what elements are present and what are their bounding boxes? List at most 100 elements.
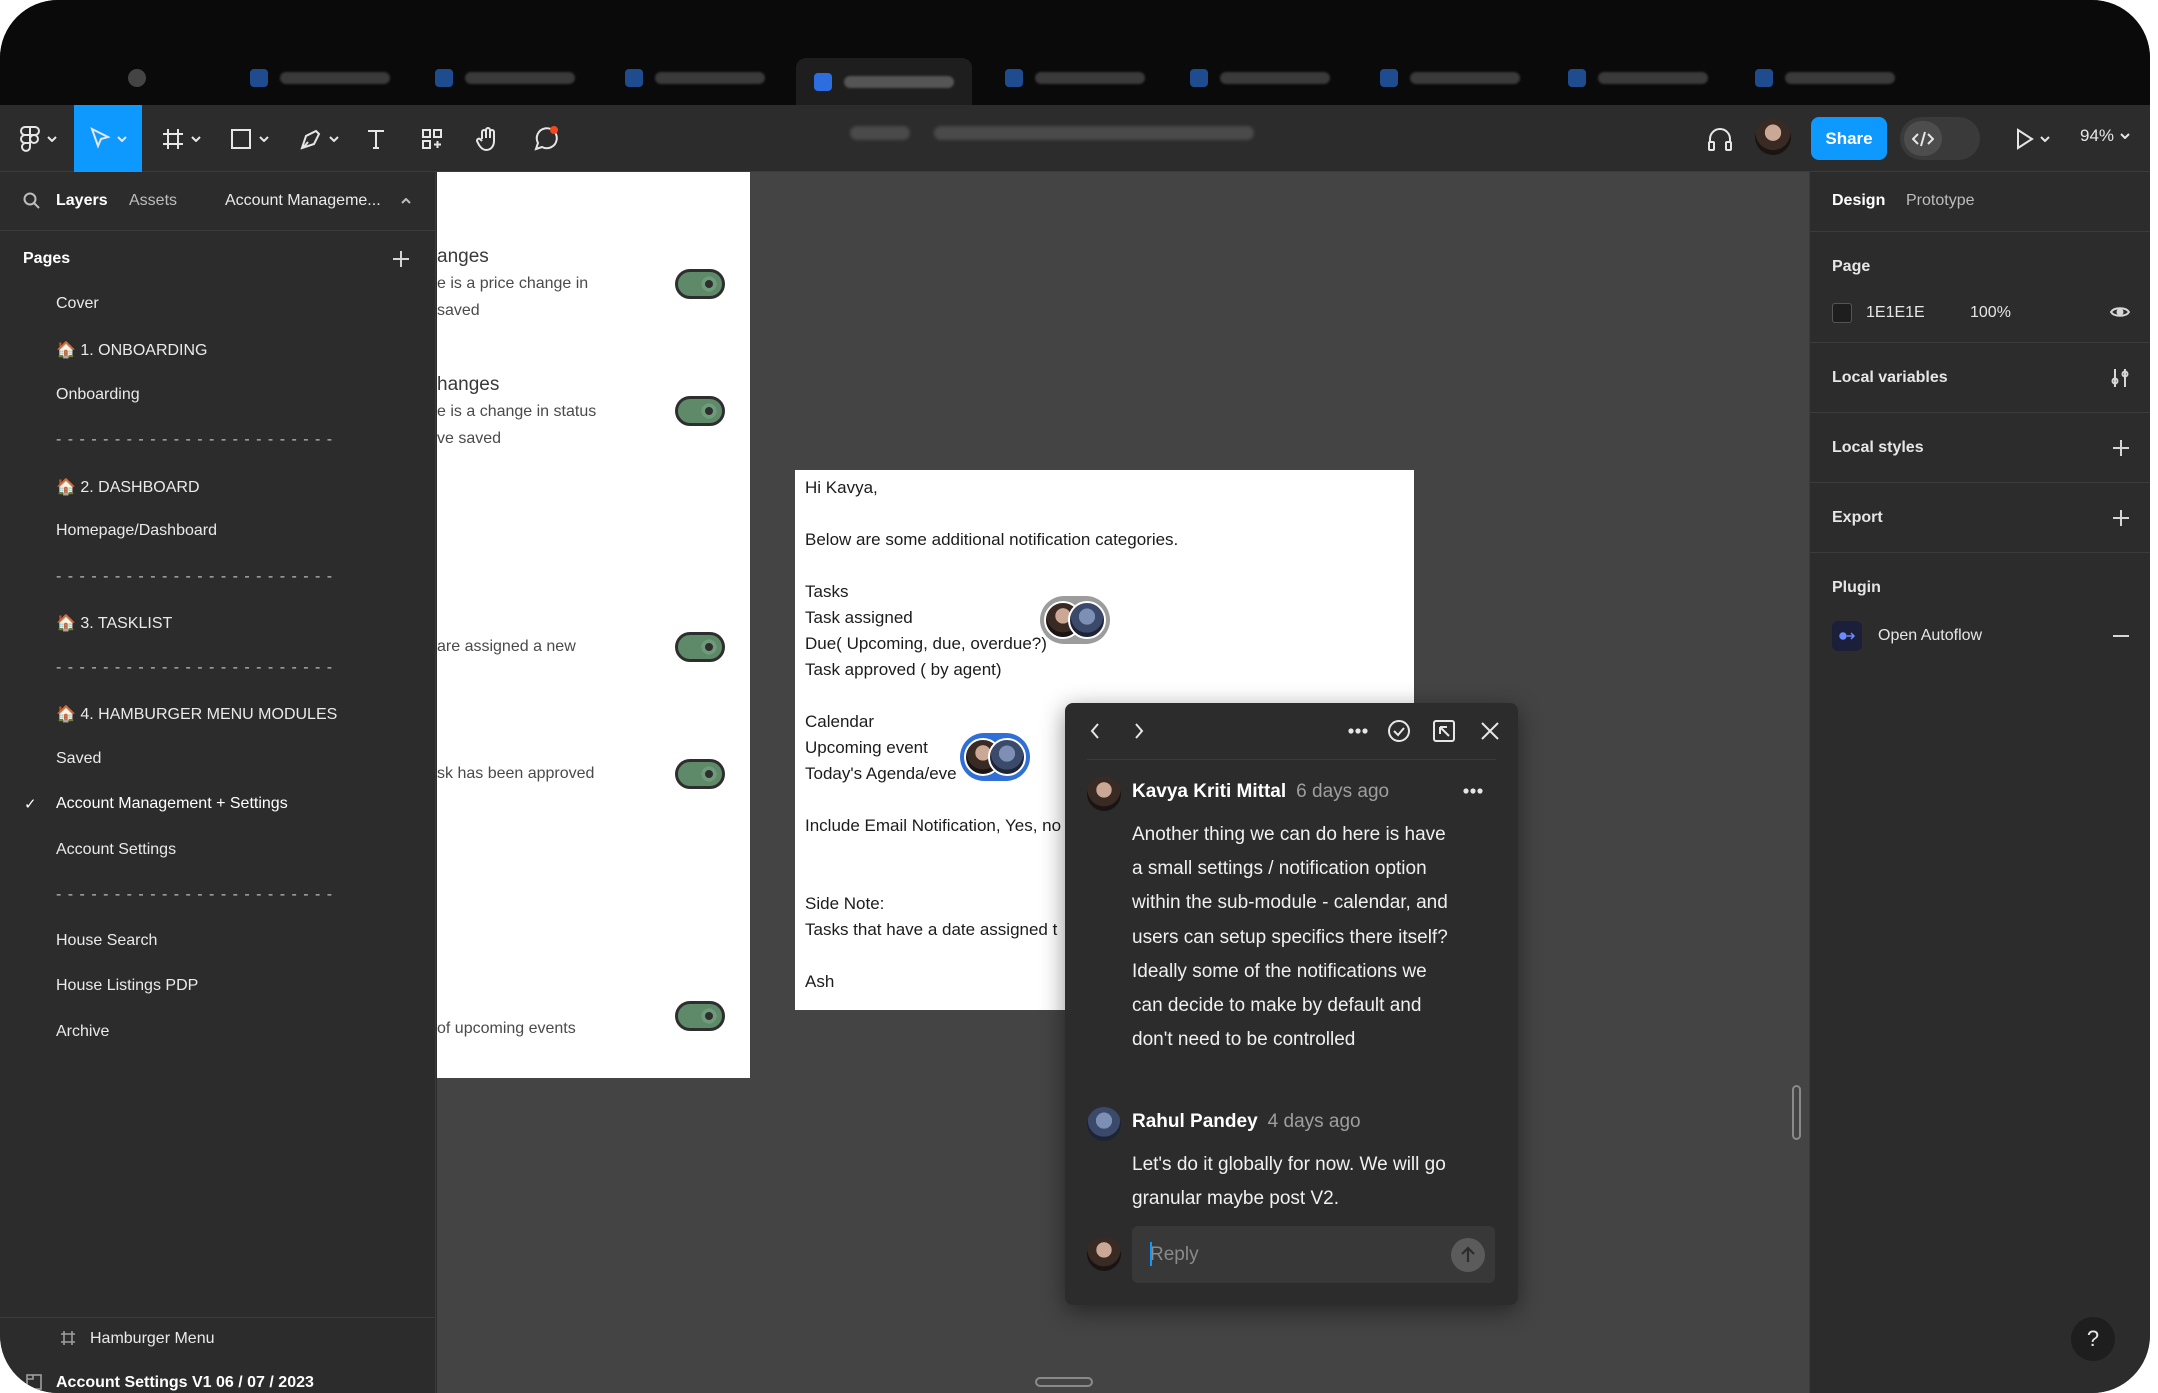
browser-tab[interactable] [1568, 58, 1708, 98]
page-item[interactable]: 🏠 3. TASKLIST [56, 613, 172, 633]
comment-pin[interactable] [1040, 596, 1110, 644]
page-item-selected[interactable]: Account Management + Settings [56, 795, 288, 813]
comment-thread-popover[interactable]: Kavya Kriti Mittal 6 days ago Another thi… [1065, 703, 1518, 1305]
page-separator[interactable]: - - - - - - - - - - - - - - - - - - - - … [56, 568, 333, 586]
share-button[interactable]: Share [1811, 117, 1887, 160]
layer-item[interactable]: Hamburger Menu [90, 1330, 215, 1348]
page-color-value[interactable]: 1E1E1E [1866, 304, 1925, 322]
text-tool-button[interactable] [358, 105, 394, 172]
resources-tool-button[interactable] [414, 105, 450, 172]
move-tool-button[interactable] [74, 105, 142, 172]
send-reply-button[interactable] [1451, 1238, 1485, 1272]
account-settings-frame[interactable]: anges e is a price change in saved hange… [437, 172, 750, 1078]
tab-assets[interactable]: Assets [129, 192, 177, 210]
page-item[interactable]: Account Settings [56, 841, 176, 859]
page-separator[interactable]: - - - - - - - - - - - - - - - - - - - - … [56, 886, 333, 904]
tab-prototype[interactable]: Prototype [1906, 192, 1974, 210]
toggle-switch[interactable] [675, 759, 725, 789]
reply-input[interactable] [1150, 1240, 1430, 1270]
remove-plugin-icon[interactable] [2112, 627, 2130, 650]
resolve-button[interactable] [1386, 718, 1412, 749]
search-icon[interactable] [23, 192, 41, 210]
page-item[interactable]: House Listings PDP [56, 977, 198, 995]
vertical-scrollbar[interactable] [1792, 1085, 1801, 1140]
comment-body: Let's do it globally for now. We will go… [1132, 1154, 1446, 1210]
comment-options-button[interactable] [1462, 781, 1484, 806]
add-style-icon[interactable] [2112, 439, 2130, 462]
more-options-button[interactable] [1347, 718, 1369, 749]
browser-tab[interactable] [1755, 58, 1895, 98]
browser-tab[interactable] [435, 58, 575, 98]
page-item[interactable]: Cover [56, 295, 99, 313]
avatar [1087, 1237, 1121, 1271]
page-opacity-value[interactable]: 100% [1970, 304, 2011, 322]
page-item[interactable]: 🏠 4. HAMBURGER MENU MODULES [56, 704, 337, 724]
page-item[interactable]: House Search [56, 932, 157, 950]
tab-layers[interactable]: Layers [56, 192, 108, 210]
zoom-dropdown[interactable]: 94% [2080, 126, 2130, 146]
page-item[interactable]: Homepage/Dashboard [56, 522, 217, 540]
browser-tab[interactable] [1005, 58, 1145, 98]
toggle-switch[interactable] [675, 632, 725, 662]
page-item[interactable]: Archive [56, 1023, 109, 1041]
page-separator[interactable]: - - - - - - - - - - - - - - - - - - - - … [56, 659, 333, 677]
section-title: Local variables [1832, 369, 1948, 386]
frame-tool-button[interactable] [156, 105, 206, 172]
toggle-switch[interactable] [675, 1001, 725, 1031]
current-page-dropdown[interactable]: Account Manageme... [225, 192, 381, 210]
audio-button[interactable] [1700, 105, 1740, 172]
color-swatch[interactable] [1832, 303, 1852, 323]
plugin-item[interactable]: Open Autoflow [1878, 627, 1982, 645]
page-item[interactable]: 🏠 1. ONBOARDING [56, 340, 208, 360]
home-icon[interactable] [128, 58, 146, 98]
chevron-down-icon [117, 135, 127, 142]
page-item[interactable]: Saved [56, 750, 101, 768]
previous-comment-button[interactable] [1087, 718, 1103, 749]
layer-item[interactable]: Account Settings V1 06 / 07 / 2023 [56, 1374, 314, 1392]
browser-tab[interactable] [1190, 58, 1330, 98]
frame-text: ve saved [437, 430, 502, 447]
page-item[interactable]: Onboarding [56, 386, 140, 404]
email-line: Task assigned [805, 608, 913, 627]
section-title: Plugin [1832, 579, 1881, 596]
cursor-icon [90, 126, 111, 149]
add-export-icon[interactable] [2112, 509, 2130, 532]
close-icon [1481, 722, 1499, 740]
variables-icon[interactable] [2110, 367, 2130, 394]
user-avatar[interactable] [1755, 119, 1791, 155]
comment-tool-button[interactable] [526, 105, 566, 172]
browser-tab[interactable] [1380, 58, 1520, 98]
layers-list: Hamburger Menu Account Settings V1 06 / … [0, 1317, 435, 1391]
browser-tab-active[interactable] [796, 58, 972, 105]
document-title[interactable] [850, 126, 1254, 140]
present-button[interactable] [2008, 105, 2058, 172]
hand-tool-button[interactable] [470, 105, 506, 172]
frame-text: e is a price change in [437, 275, 589, 292]
chevron-up-icon[interactable] [401, 198, 411, 204]
shape-tool-button[interactable] [224, 105, 274, 172]
eye-icon[interactable] [2109, 305, 2131, 324]
figma-logo-icon [20, 125, 40, 152]
open-in-sidebar-button[interactable] [1431, 718, 1457, 749]
next-comment-button[interactable] [1131, 718, 1147, 749]
toggle-switch[interactable] [675, 396, 725, 426]
divider [1087, 759, 1496, 760]
rectangle-icon [231, 128, 251, 149]
add-page-icon[interactable] [392, 250, 410, 268]
email-line: Calendar [805, 712, 874, 731]
horizontal-scrollbar[interactable] [1035, 1377, 1093, 1387]
close-button[interactable] [1479, 718, 1501, 749]
comment-pin-active[interactable] [960, 733, 1030, 781]
browser-tab[interactable] [250, 58, 390, 98]
page-item[interactable]: 🏠 2. DASHBOARD [56, 477, 200, 497]
main-menu-button[interactable] [10, 105, 66, 172]
help-button[interactable]: ? [2071, 1317, 2115, 1361]
pen-tool-button[interactable] [294, 105, 344, 172]
tab-design[interactable]: Design [1832, 192, 1885, 210]
toggle-switch[interactable] [675, 269, 725, 299]
hand-icon [476, 126, 495, 151]
dev-mode-toggle[interactable] [1900, 117, 1980, 160]
browser-tab[interactable] [625, 58, 765, 98]
pages-heading: Pages [23, 250, 71, 267]
page-separator[interactable]: - - - - - - - - - - - - - - - - - - - - … [56, 431, 333, 449]
